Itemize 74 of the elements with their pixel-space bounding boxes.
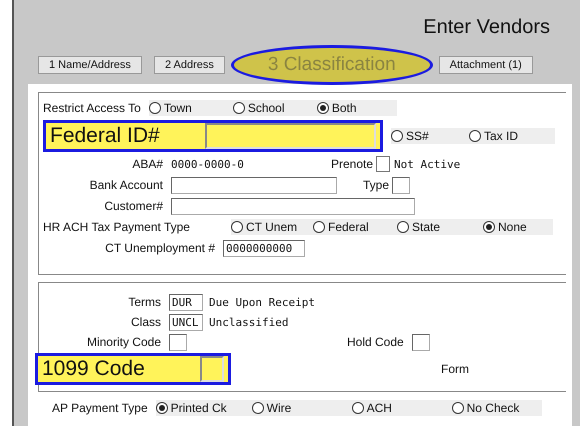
radio-option[interactable]: Federal bbox=[313, 220, 397, 234]
radio-button[interactable] bbox=[352, 402, 364, 414]
status-text: Not Active bbox=[394, 158, 460, 170]
radio-button[interactable] bbox=[313, 221, 325, 233]
radio-button[interactable] bbox=[252, 402, 264, 414]
radio-button[interactable] bbox=[452, 402, 464, 414]
tab[interactable]: Attachment (1) bbox=[438, 56, 533, 74]
field-label: Hold Code bbox=[347, 335, 404, 349]
radio-label: Wire bbox=[266, 401, 292, 415]
radio-button[interactable] bbox=[316, 102, 329, 114]
radio-button[interactable] bbox=[397, 221, 409, 233]
field-description: Unclassified bbox=[209, 316, 288, 328]
checkbox[interactable] bbox=[376, 156, 390, 172]
radio-button[interactable] bbox=[469, 130, 481, 142]
radio-label: State bbox=[412, 220, 440, 234]
field-label: Bank Account bbox=[88, 178, 163, 192]
radio-button[interactable] bbox=[391, 130, 403, 142]
field-label: Type bbox=[362, 178, 389, 192]
radio-option[interactable]: School bbox=[232, 101, 317, 115]
field-label: Terms bbox=[127, 295, 161, 309]
input-field[interactable] bbox=[200, 356, 224, 382]
field-label: AP Payment Type bbox=[52, 401, 148, 415]
input-field[interactable]: 0000000000 bbox=[223, 240, 305, 256]
field-label: CT Unemployment # bbox=[104, 241, 215, 255]
radio-option[interactable]: Tax ID bbox=[469, 129, 555, 143]
radio-button[interactable] bbox=[148, 102, 161, 114]
radio-option[interactable]: Printed Ck bbox=[156, 401, 252, 415]
radio-label: ACH bbox=[366, 401, 392, 415]
window-title: Enter Vendors bbox=[423, 16, 550, 40]
input-field[interactable] bbox=[169, 334, 187, 350]
field-label: Restrict Access To bbox=[43, 101, 141, 115]
field-label: Prenote bbox=[331, 157, 374, 171]
radio-label: Both bbox=[332, 101, 356, 115]
radio-option[interactable]: CT Unem bbox=[231, 220, 313, 234]
radio-button[interactable] bbox=[232, 102, 245, 114]
tab[interactable]: 1 Name/Address bbox=[38, 56, 142, 74]
radio-button[interactable] bbox=[156, 402, 168, 414]
input-field[interactable]: DUR bbox=[169, 294, 203, 310]
radio-button[interactable] bbox=[231, 221, 243, 233]
field-label: Federal ID# bbox=[50, 124, 161, 148]
radio-label: Printed Ck bbox=[170, 401, 227, 415]
field-value: 0000-0000-0 bbox=[171, 158, 245, 170]
radio-option[interactable]: Wire bbox=[252, 401, 352, 415]
input-field[interactable] bbox=[412, 334, 430, 350]
field-label: Customer# bbox=[103, 199, 163, 213]
radio-option[interactable]: State bbox=[397, 220, 483, 234]
radio-label: CT Unem bbox=[246, 220, 298, 234]
radio-label: School bbox=[248, 101, 285, 115]
radio-label: Federal bbox=[328, 220, 369, 234]
input-field[interactable] bbox=[205, 123, 376, 149]
input-field[interactable] bbox=[392, 176, 410, 194]
input-field[interactable] bbox=[171, 176, 337, 194]
radio-label: None bbox=[498, 220, 527, 234]
radio-label: SS# bbox=[406, 129, 429, 143]
radio-button[interactable] bbox=[483, 221, 495, 233]
radio-label: No Check bbox=[466, 401, 520, 415]
radio-label: Tax ID bbox=[484, 129, 518, 143]
radio-option[interactable]: None bbox=[483, 220, 553, 234]
field-label: Class bbox=[130, 315, 161, 329]
radio-option[interactable]: SS# bbox=[391, 129, 469, 143]
radio-label: Town bbox=[164, 101, 192, 115]
field-label: 1099 Code bbox=[42, 357, 146, 381]
field-label: HR ACH Tax Payment Type bbox=[43, 220, 191, 234]
field-label: Minority Code bbox=[86, 335, 161, 349]
input-field[interactable] bbox=[171, 198, 415, 214]
field-label: Form bbox=[441, 362, 469, 376]
tab[interactable]: 2 Address bbox=[154, 56, 225, 74]
radio-option[interactable]: Town bbox=[148, 101, 233, 115]
radio-option[interactable]: No Check bbox=[452, 401, 542, 415]
radio-option[interactable]: ACH bbox=[352, 401, 452, 415]
field-label: ABA# bbox=[131, 157, 163, 171]
field-description: Due Upon Receipt bbox=[209, 296, 315, 308]
input-field[interactable]: UNCL bbox=[169, 314, 203, 330]
radio-option[interactable]: Both bbox=[316, 101, 397, 115]
